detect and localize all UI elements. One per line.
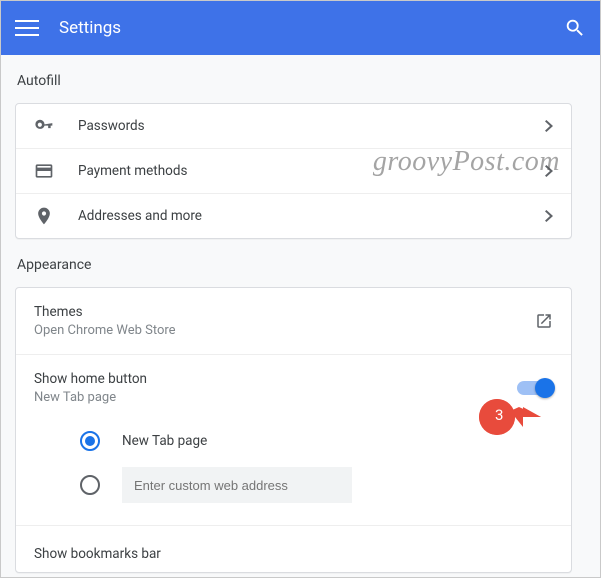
chevron-right-icon	[545, 165, 553, 177]
payment-methods-row[interactable]: Payment methods	[16, 148, 571, 193]
payment-methods-label: Payment methods	[78, 163, 545, 179]
show-home-button-sub: New Tab page	[34, 390, 517, 405]
app-header: Settings	[1, 1, 600, 55]
page-title: Settings	[59, 18, 564, 38]
themes-row[interactable]: Themes Open Chrome Web Store	[16, 288, 571, 355]
show-home-button-row: Show home button New Tab page	[16, 355, 571, 411]
radio-new-tab-page[interactable]	[80, 431, 100, 451]
custom-address-input[interactable]	[122, 467, 352, 503]
key-icon	[34, 116, 54, 136]
radio-new-tab-page-label: New Tab page	[122, 433, 207, 449]
show-home-button-title: Show home button	[34, 371, 517, 387]
settings-scroll-area[interactable]: Autofill Passwords Payment methods Addre…	[1, 55, 600, 577]
search-icon[interactable]	[564, 17, 586, 39]
themes-title: Themes	[34, 304, 535, 320]
section-title-autofill: Autofill	[15, 55, 572, 103]
hamburger-menu-icon[interactable]	[15, 16, 39, 40]
show-home-button-toggle[interactable]	[517, 379, 553, 397]
open-external-icon[interactable]	[535, 312, 553, 330]
chevron-right-icon	[545, 210, 553, 222]
addresses-row[interactable]: Addresses and more	[16, 193, 571, 238]
section-title-appearance: Appearance	[15, 239, 572, 287]
addresses-label: Addresses and more	[78, 208, 545, 224]
themes-sub: Open Chrome Web Store	[34, 323, 535, 338]
passwords-label: Passwords	[78, 118, 545, 134]
radio-custom-address[interactable]	[80, 475, 100, 495]
passwords-row[interactable]: Passwords	[16, 104, 571, 148]
home-button-radio-group: New Tab page	[16, 411, 571, 525]
appearance-card: Themes Open Chrome Web Store Show home b…	[15, 287, 572, 573]
autofill-card: Passwords Payment methods Addresses and …	[15, 103, 572, 239]
location-pin-icon	[34, 206, 54, 226]
show-bookmarks-bar-row[interactable]: Show bookmarks bar	[16, 525, 571, 572]
credit-card-icon	[34, 161, 54, 181]
chevron-right-icon	[545, 120, 553, 132]
